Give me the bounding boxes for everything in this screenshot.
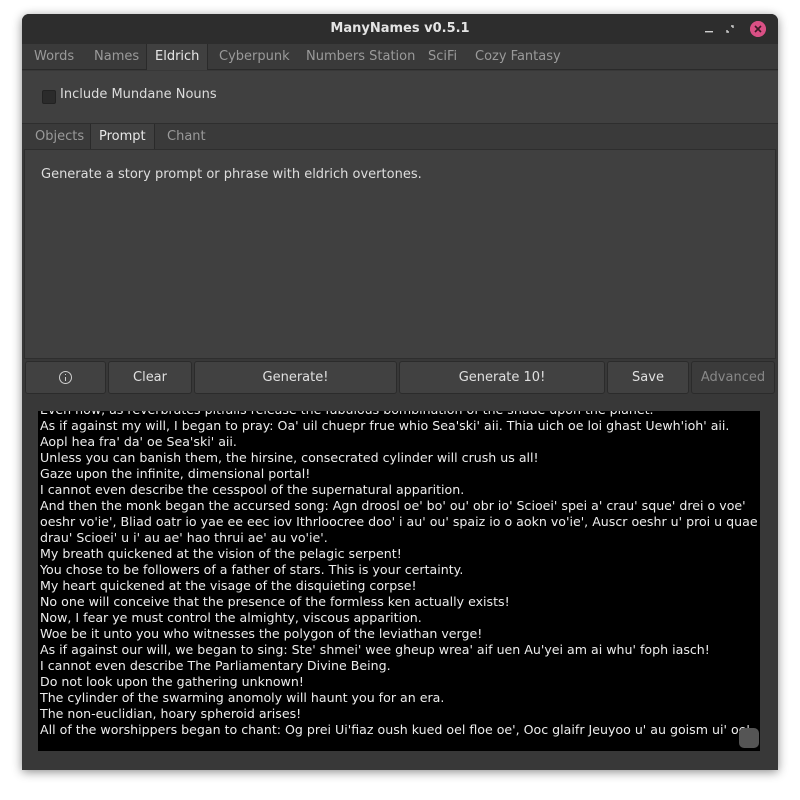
output-line: The non-euclidian, hoary spheroid arises… [40, 706, 302, 721]
output-line: Woe be it unto you who witnesses the pol… [40, 626, 483, 641]
tab-eldrich[interactable]: Eldrich [146, 44, 209, 70]
output-line: Now, I fear ye must control the almighty… [40, 610, 422, 625]
title-bar[interactable]: ManyNames v0.5.1 [22, 14, 778, 44]
tab-names[interactable]: Names [86, 44, 147, 70]
tab-numbers-station[interactable]: Numbers Station [298, 44, 423, 70]
app-window: ManyNames v0.5.1 Words Names Eldrich Cyb… [22, 14, 778, 770]
info-icon [59, 371, 72, 384]
generate-button[interactable]: Generate! [194, 361, 397, 394]
close-icon[interactable] [750, 21, 766, 37]
output-line: As if against our will, we began to sing… [40, 642, 710, 657]
tab-prompt[interactable]: Prompt [90, 124, 155, 150]
output-line: I cannot even describe the cesspool of t… [40, 482, 465, 497]
mundane-nouns-checkbox[interactable] [42, 90, 56, 104]
output-line: And then the monk began the accursed son… [40, 498, 758, 545]
output-line: Gaze upon the infinite, dimensional port… [40, 466, 311, 481]
tab-cyberpunk[interactable]: Cyberpunk [211, 44, 298, 70]
tab-chant[interactable]: Chant [159, 124, 214, 150]
options-panel: Include Mundane Nouns [22, 71, 778, 123]
output-line: I cannot even describe The Parliamentary… [40, 658, 391, 673]
clear-button[interactable]: Clear [108, 361, 192, 394]
output-line: My breath quickened at the vision of the… [40, 546, 402, 561]
save-button[interactable]: Save [607, 361, 689, 394]
description-text: Generate a story prompt or phrase with e… [41, 167, 422, 182]
category-tabs: Words Names Eldrich Cyberpunk Numbers St… [22, 44, 778, 70]
output-line: Unless you can banish them, the hirsine,… [40, 450, 539, 465]
output-line: My heart quickened at the visage of the … [40, 578, 417, 593]
tab-words[interactable]: Words [26, 44, 82, 70]
advanced-button: Advanced [691, 361, 775, 394]
output-lines: Even now, as reverbrates pitfalls releas… [40, 411, 758, 738]
tab-objects[interactable]: Objects [27, 124, 92, 150]
info-button[interactable] [25, 361, 106, 394]
action-buttons: Clear Generate! Generate 10! Save Advanc… [22, 361, 778, 395]
output-line: The cylinder of the swarming anomoly wil… [40, 690, 445, 705]
output-line: As if against my will, I began to pray: … [40, 418, 730, 449]
mode-tabs: Objects Prompt Chant [22, 123, 778, 150]
minimize-icon[interactable] [702, 22, 716, 36]
maximize-icon[interactable] [723, 22, 737, 36]
output-line: No one will conceive that the presence o… [40, 594, 510, 609]
mundane-nouns-label[interactable]: Include Mundane Nouns [60, 87, 217, 102]
tab-scifi[interactable]: SciFi [420, 44, 465, 70]
tab-cozy-fantasy[interactable]: Cozy Fantasy [467, 44, 569, 70]
window-title: ManyNames v0.5.1 [330, 21, 470, 36]
description-panel: Generate a story prompt or phrase with e… [24, 149, 776, 359]
generate-10-button[interactable]: Generate 10! [399, 361, 605, 394]
output-line: Even now, as reverbrates pitfalls releas… [40, 411, 758, 418]
output-line: All of the worshippers began to chant: O… [40, 722, 754, 737]
output-text-area[interactable]: Even now, as reverbrates pitfalls releas… [38, 411, 760, 751]
output-line: Do not look upon the gathering unknown! [40, 674, 304, 689]
resize-handle[interactable] [739, 728, 759, 748]
output-line: You chose to be followers of a father of… [40, 562, 464, 577]
